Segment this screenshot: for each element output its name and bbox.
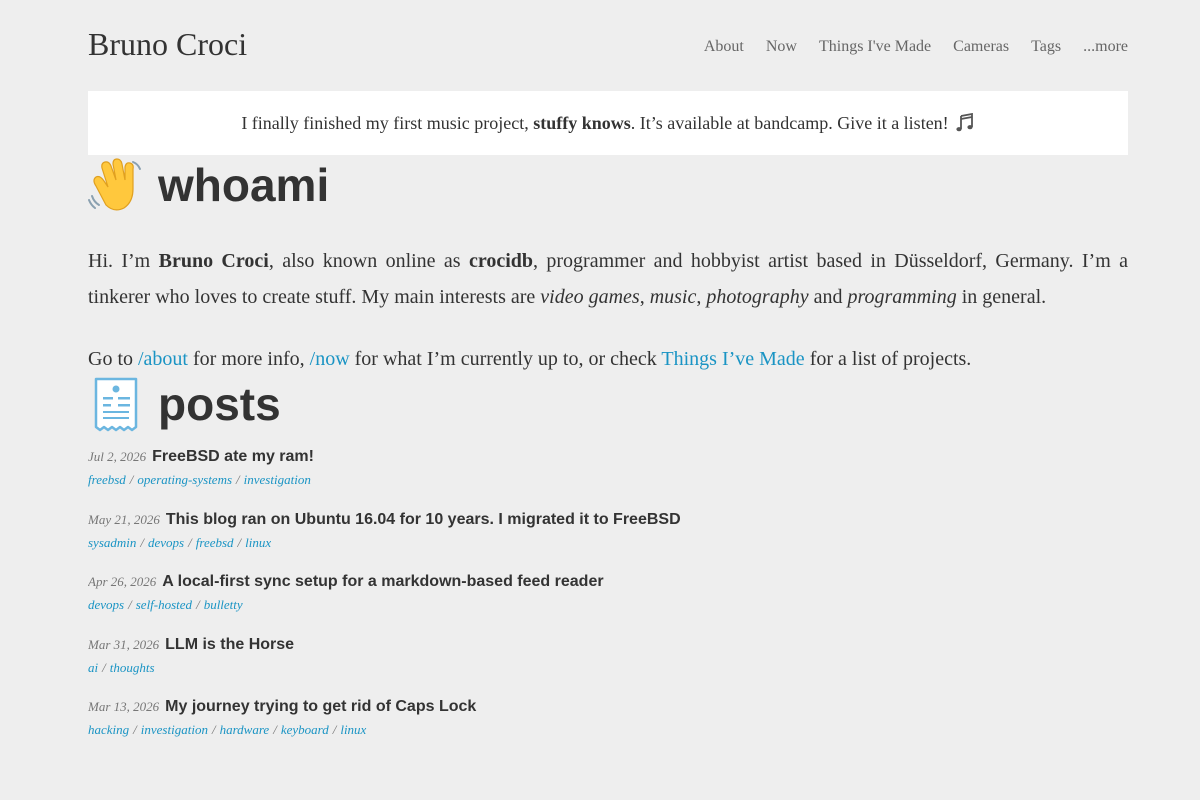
page: Bruno Croci About Now Things I've Made C… bbox=[88, 0, 1128, 759]
post-item: Apr 26, 2026 A local-first sync setup for… bbox=[88, 571, 1128, 634]
tag-separator: / bbox=[211, 722, 216, 737]
tag-link[interactable]: self-hosted bbox=[136, 597, 192, 612]
tag-link[interactable]: linux bbox=[245, 535, 271, 550]
tag-link[interactable]: hardware bbox=[220, 722, 270, 737]
things-ive-made-link[interactable]: Things I’ve Made bbox=[661, 348, 804, 370]
tag-separator: / bbox=[129, 472, 134, 487]
post-title-link[interactable]: This blog ran on Ubuntu 16.04 for 10 yea… bbox=[166, 511, 681, 528]
announcement-text: I finally finished my first music projec… bbox=[241, 112, 949, 133]
goto-paragraph: Go to /about for more info, /now for wha… bbox=[88, 348, 972, 370]
posts-heading: posts bbox=[88, 374, 1128, 434]
tag-link[interactable]: linux bbox=[340, 722, 366, 737]
post-tags: ai / thoughts bbox=[88, 658, 1128, 678]
tag-separator: / bbox=[128, 597, 132, 612]
post-tags: hacking / investigation / hardware / keyboard /… bbox=[88, 720, 1128, 740]
whoami-title: whoami bbox=[158, 159, 330, 211]
post-date: Mar 13, 2026 bbox=[88, 699, 160, 714]
post-item: Mar 13, 2026 My journey trying to get rid… bbox=[88, 696, 1128, 759]
posts-title: posts bbox=[158, 378, 281, 430]
post-date: Apr 26, 2026 bbox=[88, 574, 157, 589]
receipt-icon bbox=[94, 377, 138, 432]
tag-separator: / bbox=[133, 722, 137, 737]
nav-now[interactable]: Now bbox=[766, 36, 797, 58]
about-link[interactable]: /about bbox=[138, 348, 188, 370]
post-heading-line: Mar 13, 2026 My journey trying to get rid… bbox=[88, 696, 1128, 718]
post-tags: devops / self-hosted / bulletty bbox=[88, 595, 1128, 615]
post-heading-line: Mar 31, 2026 LLM is the Horse bbox=[88, 634, 1128, 656]
post-date: May 21, 2026 bbox=[88, 511, 160, 527]
nav-more[interactable]: ...more bbox=[1083, 36, 1128, 58]
post-tags: sysadmin / devops / freebsd / linux bbox=[88, 533, 1128, 553]
post-heading-line: Apr 26, 2026 A local-first sync setup for… bbox=[88, 571, 1128, 593]
tag-separator: / bbox=[196, 597, 200, 612]
tag-link[interactable]: investigation bbox=[141, 722, 208, 737]
tag-separator: / bbox=[188, 534, 192, 550]
tag-link[interactable]: hacking bbox=[88, 722, 129, 737]
waving-hand-icon bbox=[88, 158, 141, 211]
main-nav: About Now Things I've Made Cameras Tags … bbox=[704, 36, 1128, 58]
post-tags: freebsd / operating-systems / investigation bbox=[88, 470, 1128, 490]
post-title-link[interactable]: A local-first sync setup for a markdown-… bbox=[162, 573, 603, 590]
tag-separator: / bbox=[140, 534, 145, 550]
music-note-icon bbox=[956, 113, 973, 132]
announcement-project[interactable]: stuffy knows bbox=[533, 113, 631, 133]
tag-link[interactable]: sysadmin bbox=[88, 535, 136, 550]
post-item: Mar 31, 2026 LLM is the Horse ai / thoughts bbox=[88, 634, 1128, 697]
tag-separator: / bbox=[332, 722, 337, 737]
site-title[interactable]: Bruno Croci bbox=[88, 24, 247, 64]
tag-link[interactable]: freebsd bbox=[88, 472, 126, 487]
tag-link[interactable]: investigation bbox=[244, 472, 311, 487]
post-heading-line: May 21, 2026 This blog ran on Ubuntu 16.0… bbox=[88, 509, 1128, 531]
tag-separator: / bbox=[102, 659, 106, 675]
tag-link[interactable]: thoughts bbox=[110, 660, 155, 675]
post-date: Mar 31, 2026 bbox=[88, 636, 160, 652]
tag-link[interactable]: devops bbox=[88, 597, 124, 612]
nav-cameras[interactable]: Cameras bbox=[953, 36, 1009, 58]
nav-things-ive-made[interactable]: Things I've Made bbox=[819, 36, 931, 58]
tag-link[interactable]: devops bbox=[148, 535, 184, 550]
announcement-banner: I finally finished my first music projec… bbox=[88, 91, 1128, 155]
post-item: Jul 2, 2026 FreeBSD ate my ram! freebsd / op… bbox=[88, 446, 1128, 509]
now-link[interactable]: /now bbox=[310, 348, 350, 370]
nav-about[interactable]: About bbox=[704, 36, 744, 58]
nav-tags[interactable]: Tags bbox=[1031, 36, 1061, 58]
tag-link[interactable]: bulletty bbox=[204, 597, 243, 612]
post-date: Jul 2, 2026 bbox=[88, 449, 147, 464]
post-list: Jul 2, 2026 FreeBSD ate my ram! freebsd / op… bbox=[88, 446, 1128, 759]
tag-link[interactable]: keyboard bbox=[281, 722, 329, 737]
tag-link[interactable]: ai bbox=[88, 660, 98, 675]
post-heading-line: Jul 2, 2026 FreeBSD ate my ram! bbox=[88, 446, 1128, 468]
tag-separator: / bbox=[236, 472, 240, 487]
intro-paragraph: Hi. I’m Bruno Croci, also known online a… bbox=[88, 250, 1128, 308]
post-item: May 21, 2026 This blog ran on Ubuntu 16.0… bbox=[88, 509, 1128, 572]
site-header: Bruno Croci About Now Things I've Made C… bbox=[88, 0, 1128, 91]
tag-separator: / bbox=[237, 534, 242, 550]
tag-link[interactable]: operating-systems bbox=[137, 472, 232, 487]
post-title-link[interactable]: My journey trying to get rid of Caps Loc… bbox=[165, 698, 476, 715]
tag-separator: / bbox=[273, 722, 277, 737]
tag-link[interactable]: freebsd bbox=[196, 535, 234, 550]
post-title-link[interactable]: LLM is the Horse bbox=[165, 636, 294, 653]
post-title-link[interactable]: FreeBSD ate my ram! bbox=[152, 448, 314, 465]
whoami-heading: whoami bbox=[88, 155, 1128, 215]
